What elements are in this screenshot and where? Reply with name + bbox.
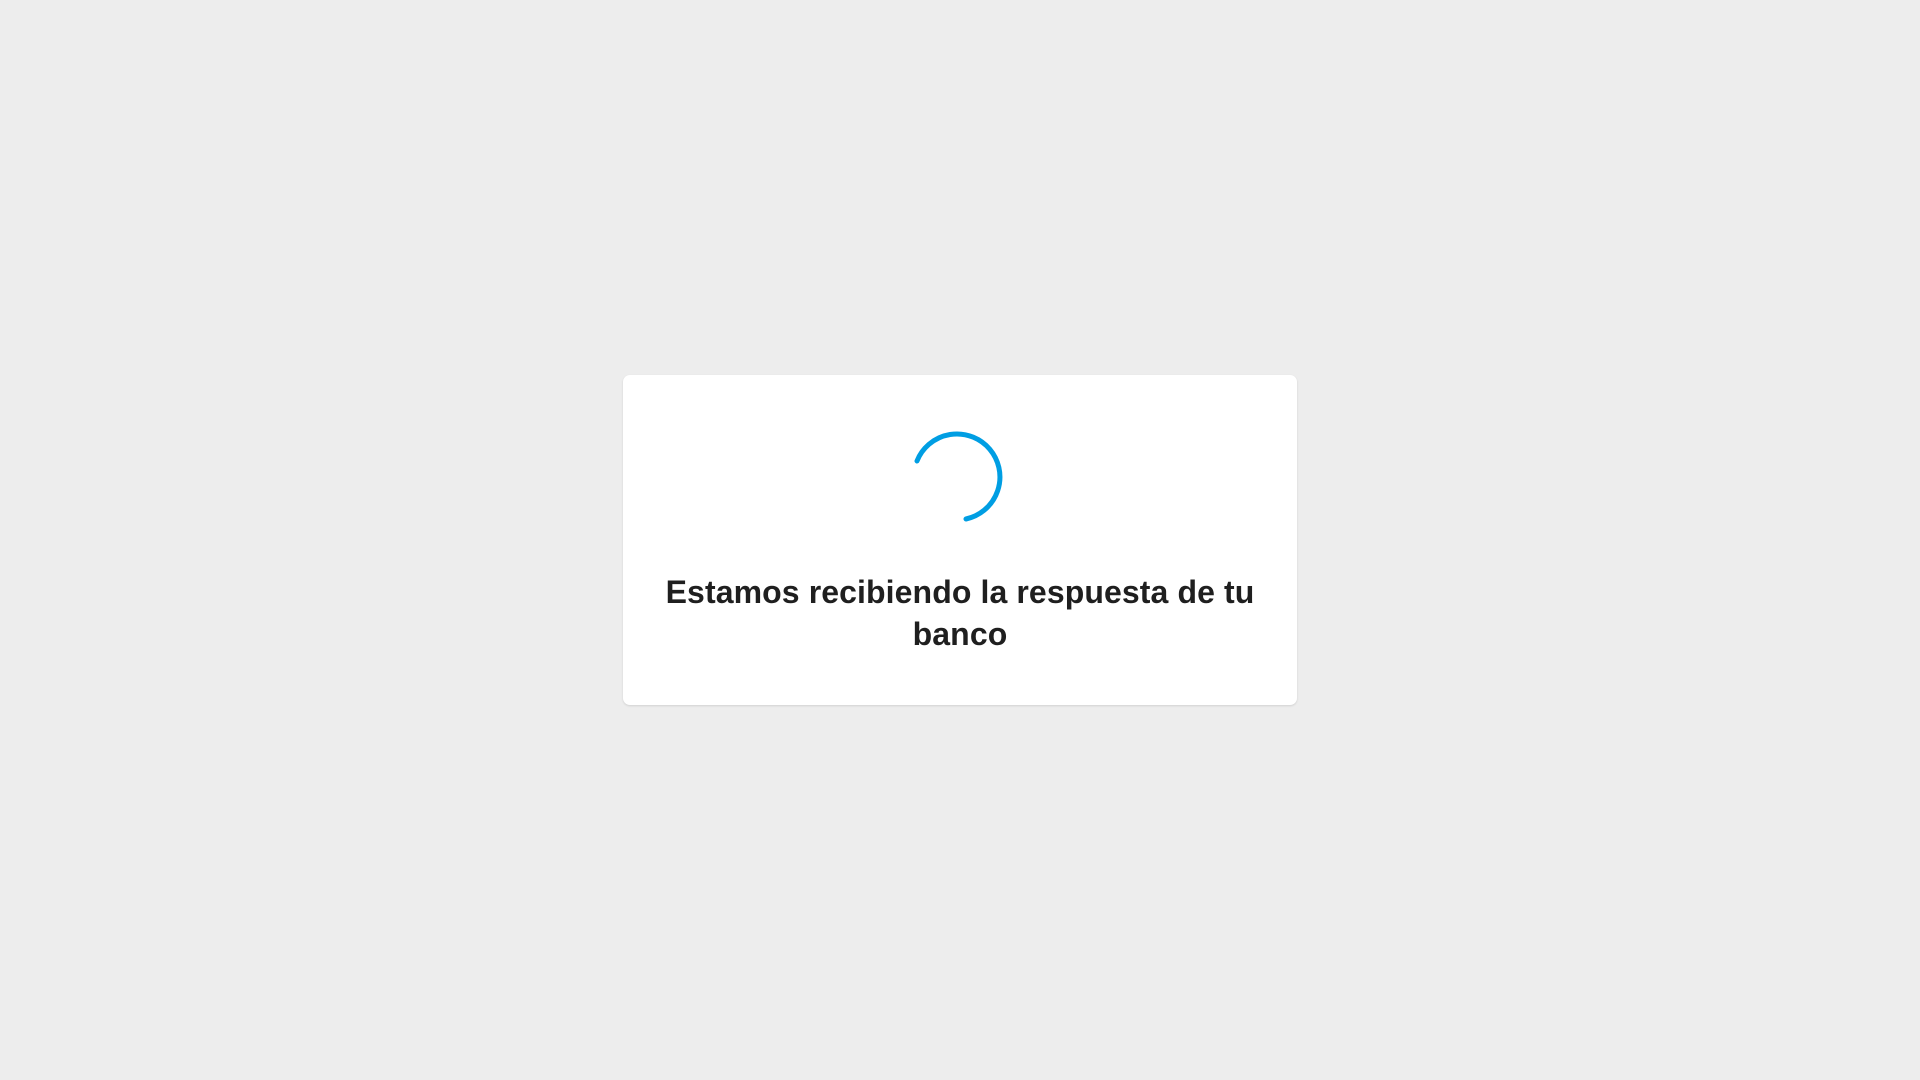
loading-message: Estamos recibiendo la respuesta de tu ba… [665,574,1255,652]
loading-spinner-icon [910,427,1010,527]
loading-card: Estamos recibiendo la respuesta de tu ba… [623,375,1297,705]
